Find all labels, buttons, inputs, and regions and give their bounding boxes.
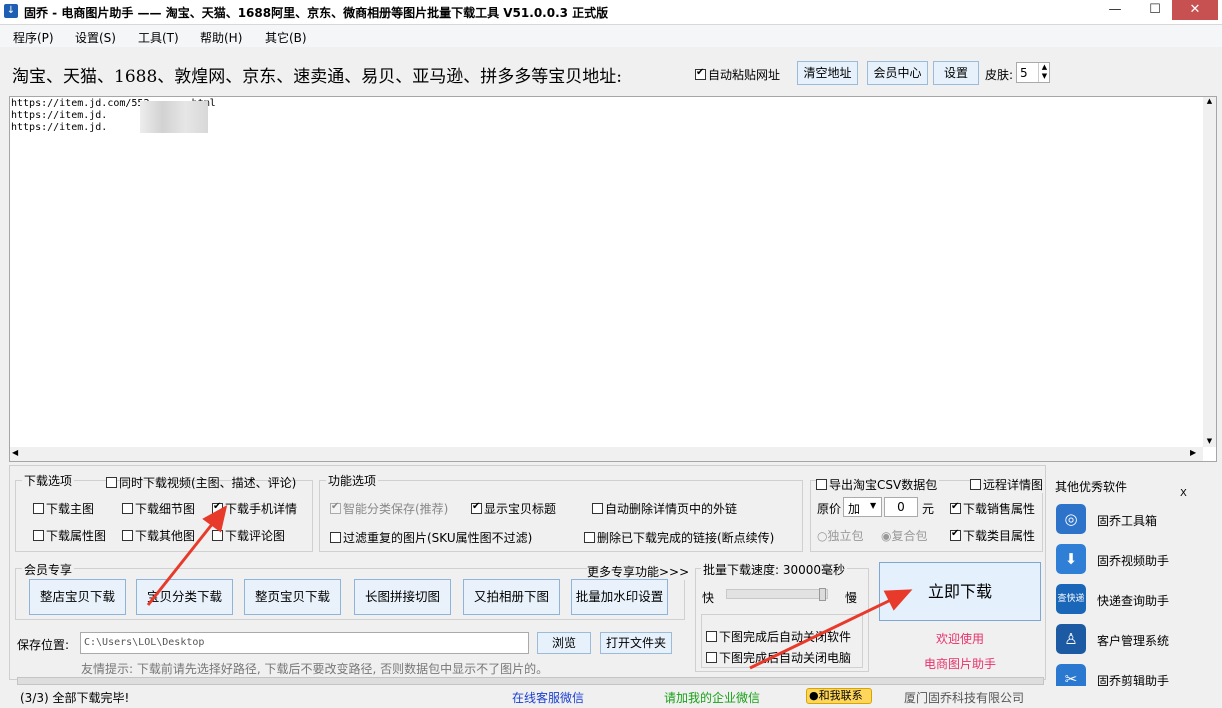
arrow-to-mobile-detail <box>146 517 219 606</box>
arrow-head-mobile-detail <box>202 505 228 533</box>
arrow-to-download <box>749 595 898 670</box>
annotation-arrows <box>146 505 913 670</box>
arrow-head-download <box>883 589 913 611</box>
